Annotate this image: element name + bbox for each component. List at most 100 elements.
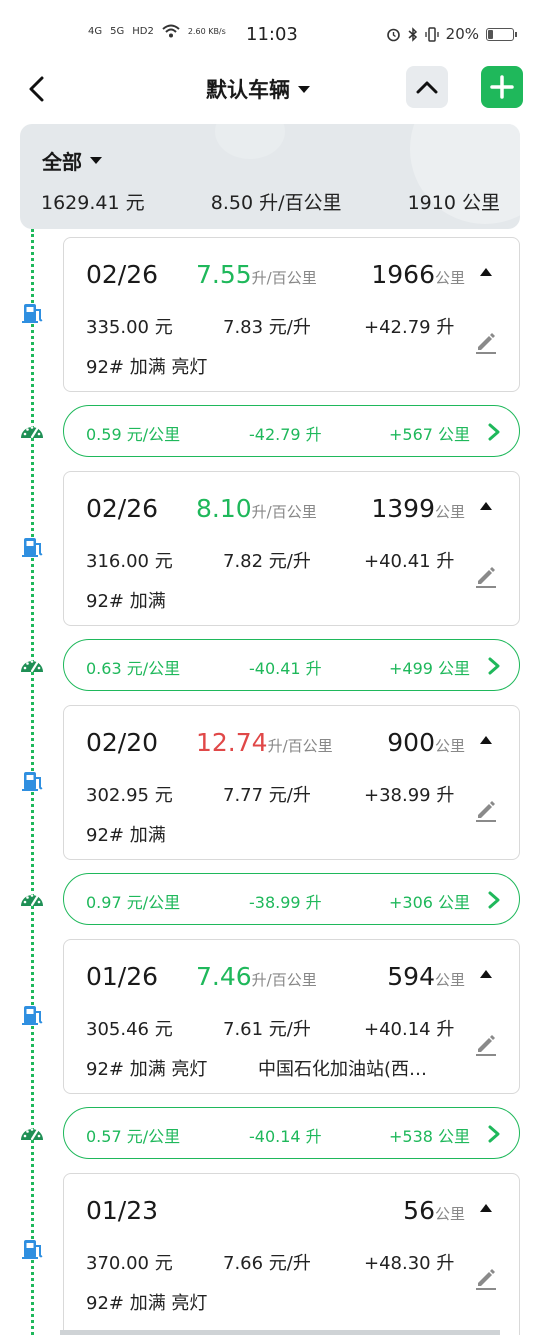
alarm-icon xyxy=(386,28,400,41)
clock: 11:03 xyxy=(246,24,298,45)
total-cost: 1629.41 元 xyxy=(41,192,145,214)
speedometer-icon xyxy=(19,418,45,444)
pencil-icon[interactable] xyxy=(475,330,497,354)
collapse-button[interactable] xyxy=(406,66,448,108)
segment-cost-per-km: 0.63 元/公里 xyxy=(86,659,181,678)
record-date: 01/26 xyxy=(86,962,159,991)
consumption-value: 8.10 xyxy=(196,494,252,523)
segment-distance: +499 公里 xyxy=(389,659,471,678)
record-unit-price: 7.77 元/升 xyxy=(223,785,311,806)
fuel-pump-icon xyxy=(21,535,45,559)
vibrate-icon xyxy=(425,26,439,42)
record-unit-price: 7.61 元/升 xyxy=(223,1019,311,1040)
expand-toggle-icon[interactable] xyxy=(480,1204,492,1212)
record-odometer: 1399 公里 xyxy=(371,494,465,523)
caret-down-icon xyxy=(298,85,310,93)
caret-down-icon xyxy=(90,157,102,164)
fuel-pump-icon xyxy=(21,1237,45,1261)
expand-toggle-icon[interactable] xyxy=(480,736,492,744)
nav-bar: 默认车辆 xyxy=(0,62,540,118)
network-4g: 4G xyxy=(88,25,103,37)
record-odometer: 900 公里 xyxy=(387,728,465,757)
chevron-up-icon xyxy=(416,81,438,94)
record-liters: +38.99 升 xyxy=(364,785,455,806)
segment-distance: +538 公里 xyxy=(389,1127,471,1146)
segment-liters: -40.41 升 xyxy=(249,659,322,678)
segment-distance: +306 公里 xyxy=(389,893,471,912)
record-consumption: 7.55 升/百公里 xyxy=(196,260,317,289)
vehicle-selector[interactable]: 默认车辆 xyxy=(206,74,310,104)
segment-liters: -38.99 升 xyxy=(249,893,322,912)
expand-toggle-icon[interactable] xyxy=(480,502,492,510)
wifi-icon xyxy=(162,24,180,38)
pencil-icon[interactable] xyxy=(475,1032,497,1056)
refuel-record-card[interactable]: 01/23 56 公里 370.00 元 7.66 元/升 +48.30 升 92# 加满 … xyxy=(63,1173,520,1335)
refuel-record-card[interactable]: 01/26 7.46 升/百公里 594 公里 305.46 元 7.61 元/升 +40.1… xyxy=(63,939,520,1094)
consumption-unit: 升/百公里 xyxy=(251,269,317,287)
pencil-icon[interactable] xyxy=(475,1266,497,1290)
record-unit-price: 7.66 元/升 xyxy=(223,1253,311,1274)
segment-liters: -40.14 升 xyxy=(249,1127,322,1146)
record-date: 02/20 xyxy=(86,728,159,757)
page-title: 默认车辆 xyxy=(206,78,290,102)
fuel-pump-icon xyxy=(21,769,45,793)
battery-percent: 20% xyxy=(445,25,479,43)
consumption-value: 7.46 xyxy=(196,962,252,991)
record-note: 92# 加满 xyxy=(86,825,166,846)
odometer-unit: 公里 xyxy=(434,1205,465,1223)
odometer-unit: 公里 xyxy=(434,971,465,989)
record-odometer: 594 公里 xyxy=(387,962,465,991)
odometer-value: 1399 xyxy=(371,494,435,523)
consumption-value: 12.74 xyxy=(196,728,268,757)
record-cost: 305.46 元 xyxy=(86,1019,173,1040)
expand-toggle-icon[interactable] xyxy=(480,268,492,276)
summary-panel: 全部 1629.41 元 8.50 升/百公里 1910 公里 xyxy=(20,124,520,229)
segment-stats-pill[interactable]: 0.63 元/公里 -40.41 升 +499 公里 xyxy=(63,639,520,691)
consumption-unit: 升/百公里 xyxy=(267,737,333,755)
odometer-value: 900 xyxy=(387,728,435,757)
segment-cost-per-km: 0.57 元/公里 xyxy=(86,1127,181,1146)
scrollbar xyxy=(60,1330,500,1335)
network-speed: 2.60 KB/s xyxy=(187,26,226,36)
speedometer-icon xyxy=(19,652,45,678)
filter-dropdown[interactable]: 全部 xyxy=(42,146,102,175)
record-liters: +48.30 升 xyxy=(364,1253,455,1274)
pencil-icon[interactable] xyxy=(475,798,497,822)
record-liters: +40.14 升 xyxy=(364,1019,455,1040)
consumption-unit: 升/百公里 xyxy=(251,971,317,989)
add-record-button[interactable] xyxy=(481,66,523,108)
refuel-record-card[interactable]: 02/26 8.10 升/百公里 1399 公里 316.00 元 7.82 元/升 +40.… xyxy=(63,471,520,626)
odometer-value: 1966 xyxy=(371,260,435,289)
refuel-record-card[interactable]: 02/26 7.55 升/百公里 1966 公里 335.00 元 7.83 元/升 +42.… xyxy=(63,237,520,392)
plus-icon xyxy=(490,75,514,99)
speedometer-icon xyxy=(19,1120,45,1146)
record-station: 中国石化加油站(西… xyxy=(258,1059,428,1080)
record-consumption: 8.10 升/百公里 xyxy=(196,494,317,523)
expand-toggle-icon[interactable] xyxy=(480,970,492,978)
fuel-pump-icon xyxy=(21,301,45,325)
segment-stats-pill[interactable]: 0.97 元/公里 -38.99 升 +306 公里 xyxy=(63,873,520,925)
record-cost: 335.00 元 xyxy=(86,317,173,338)
pencil-icon[interactable] xyxy=(475,564,497,588)
record-unit-price: 7.83 元/升 xyxy=(223,317,311,338)
chevron-right-icon xyxy=(487,422,501,442)
hd-indicator: HD2 xyxy=(132,25,154,37)
odometer-value: 594 xyxy=(387,962,435,991)
record-cost: 370.00 元 xyxy=(86,1253,173,1274)
odometer-unit: 公里 xyxy=(434,269,465,287)
segment-stats-pill[interactable]: 0.57 元/公里 -40.14 升 +538 公里 xyxy=(63,1107,520,1159)
consumption-unit: 升/百公里 xyxy=(251,503,317,521)
record-odometer: 1966 公里 xyxy=(371,260,465,289)
segment-stats-pill[interactable]: 0.59 元/公里 -42.79 升 +567 公里 xyxy=(63,405,520,457)
refuel-record-card[interactable]: 02/20 12.74 升/百公里 900 公里 302.95 元 7.77 元/升 +38.… xyxy=(63,705,520,860)
segment-cost-per-km: 0.59 元/公里 xyxy=(86,425,181,444)
record-date: 02/26 xyxy=(86,260,159,289)
record-cost: 302.95 元 xyxy=(86,785,173,806)
odometer-value: 56 xyxy=(403,1196,435,1225)
system-indicators: 20% xyxy=(386,25,517,43)
fuel-pump-icon xyxy=(21,1003,45,1027)
record-date: 01/23 xyxy=(86,1196,159,1225)
summary-values: 1629.41 元 8.50 升/百公里 1910 公里 xyxy=(41,188,500,215)
record-cost: 316.00 元 xyxy=(86,551,173,572)
back-icon[interactable] xyxy=(24,72,50,106)
